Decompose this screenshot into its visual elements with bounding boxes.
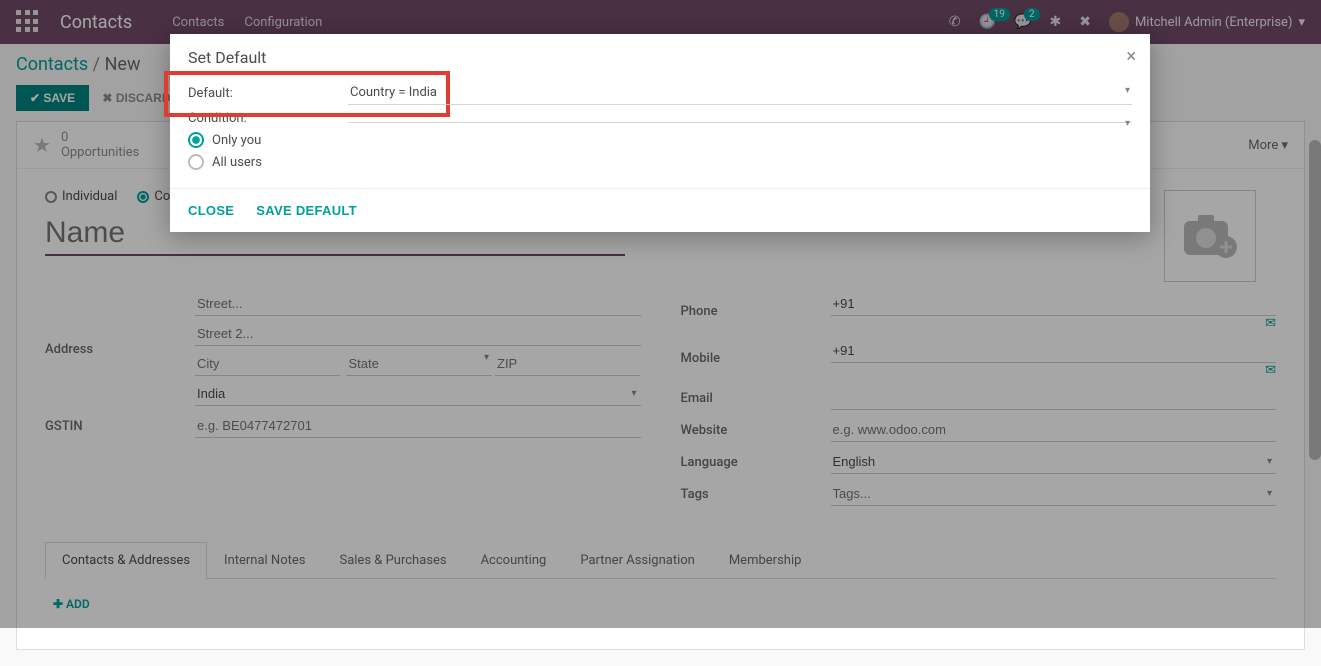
modal-close-button[interactable]: CLOSE [188,203,234,218]
set-default-modal: Set Default × Default: Country = India▾ … [170,34,1150,232]
chevron-down-icon: ▾ [1125,85,1130,96]
chevron-down-icon: ▾ [1125,118,1130,129]
radio-only-you[interactable]: Only you [188,132,1132,148]
close-icon[interactable]: × [1126,46,1136,67]
modal-title: Set Default [188,48,266,67]
default-select[interactable]: Country = India▾ [348,81,1132,105]
modal-save-default-button[interactable]: SAVE DEFAULT [256,203,357,218]
radio-all-users[interactable]: All users [188,154,1132,170]
condition-label: Condition: [188,111,348,126]
condition-select[interactable]: ▾ [348,114,1132,123]
default-label: Default: [188,86,348,101]
